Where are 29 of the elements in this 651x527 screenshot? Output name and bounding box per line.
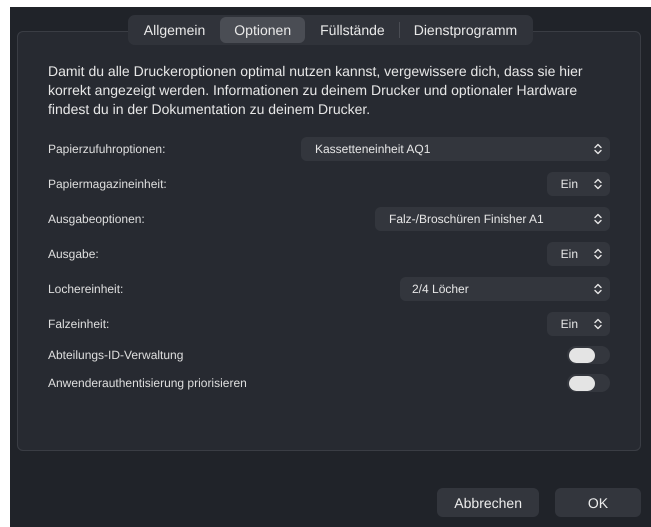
popup-menu[interactable]: 2/4 Löcher [400,276,610,300]
tab[interactable]: Allgemein [130,17,220,43]
tab[interactable]: Optionen [220,17,306,43]
up-down-chevron-icon [594,212,602,224]
tab[interactable]: Füllstände [306,17,399,43]
up-down-chevron-icon [594,282,602,294]
up-down-chevron-icon [594,248,602,260]
toggle-switch[interactable] [567,374,610,392]
option-label: Papierzufuhroptionen: [48,142,166,156]
option-label: Anwenderauthentisierung priorisieren [48,376,247,390]
option-label: Ausgabeoptionen: [48,212,145,226]
popup-menu[interactable]: Ein [546,312,610,336]
description-text: Damit du alle Druckeroptionen optimal nutzen kannst, vergewissere dich, dass sie hier korrekt angezeigt werden. Informationen zu deinem Drucker und optionaler Hardware findest du in der Dokumentation zu deinem Drucker. [48,62,584,119]
popup-menu[interactable]: Falz-/Broschüren Finisher A1 [375,206,610,230]
toggle-switch[interactable] [567,346,610,364]
option-label: Ausgabe: [48,246,99,260]
cancel-button[interactable]: Abbrechen [437,488,539,517]
option-label: Papiermagazineinheit: [48,176,167,190]
option-label: Lochereinheit: [48,282,124,296]
up-down-chevron-icon [594,178,602,190]
tab[interactable]: Dienstprogramm [400,17,532,43]
up-down-chevron-icon [594,318,602,330]
option-label: Abteilungs-ID-Verwaltung [48,348,184,362]
popup-menu[interactable]: Kassetteneinheit AQ1 [301,136,610,160]
option-label: Falzeinheit: [48,316,110,330]
popup-menu[interactable]: Ein [546,172,610,196]
up-down-chevron-icon [594,142,602,154]
popup-menu[interactable]: Ein [546,242,610,266]
ok-button[interactable]: OK [555,488,641,517]
